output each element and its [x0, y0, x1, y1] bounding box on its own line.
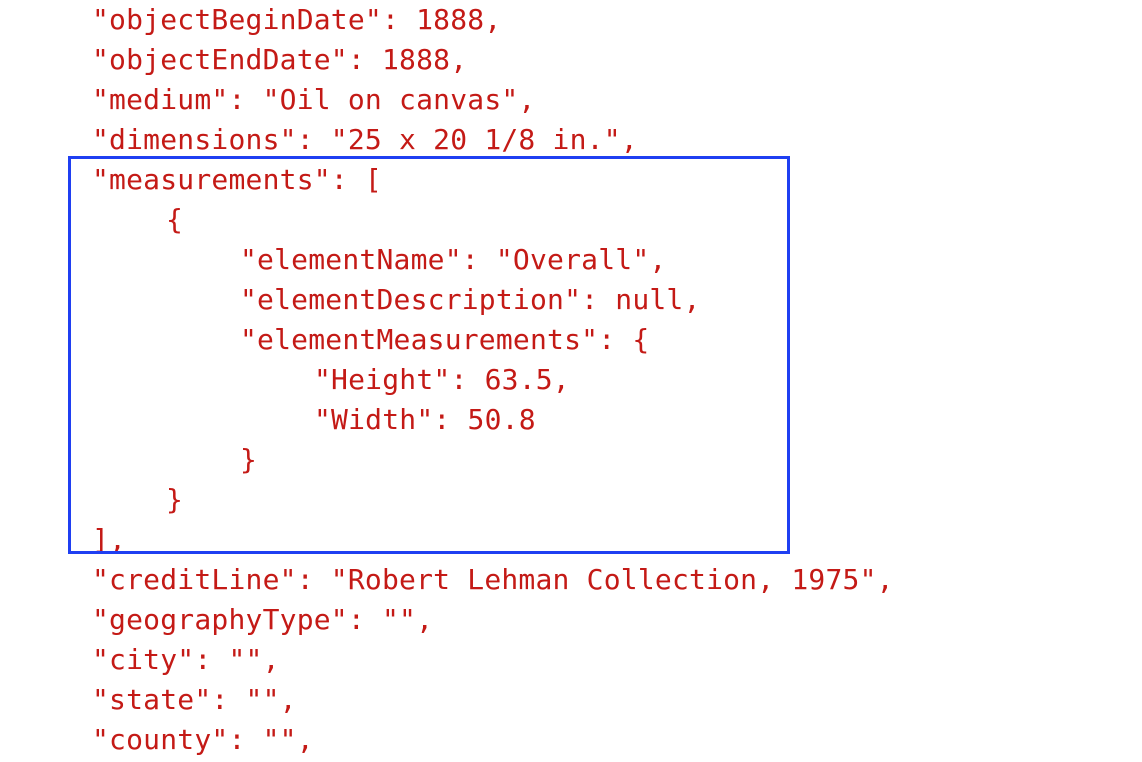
code-line: "creditLine": "Robert Lehman Collection,… — [92, 563, 894, 596]
code-line: "objectBeginDate": 1888, — [92, 3, 502, 36]
code-line: "city": "", — [92, 643, 280, 676]
measurements-highlight-box — [68, 156, 790, 554]
code-line: "medium": "Oil on canvas", — [92, 83, 536, 116]
code-line: "state": "", — [92, 683, 297, 716]
code-line: "county": "", — [92, 723, 314, 756]
code-line: "geographyType": "", — [92, 603, 434, 636]
code-line: "objectEndDate": 1888, — [92, 43, 468, 76]
code-line: "dimensions": "25 x 20 1/8 in.", — [92, 123, 638, 156]
json-code-view: "objectBeginDate": 1888, "objectEndDate"… — [0, 0, 1142, 762]
